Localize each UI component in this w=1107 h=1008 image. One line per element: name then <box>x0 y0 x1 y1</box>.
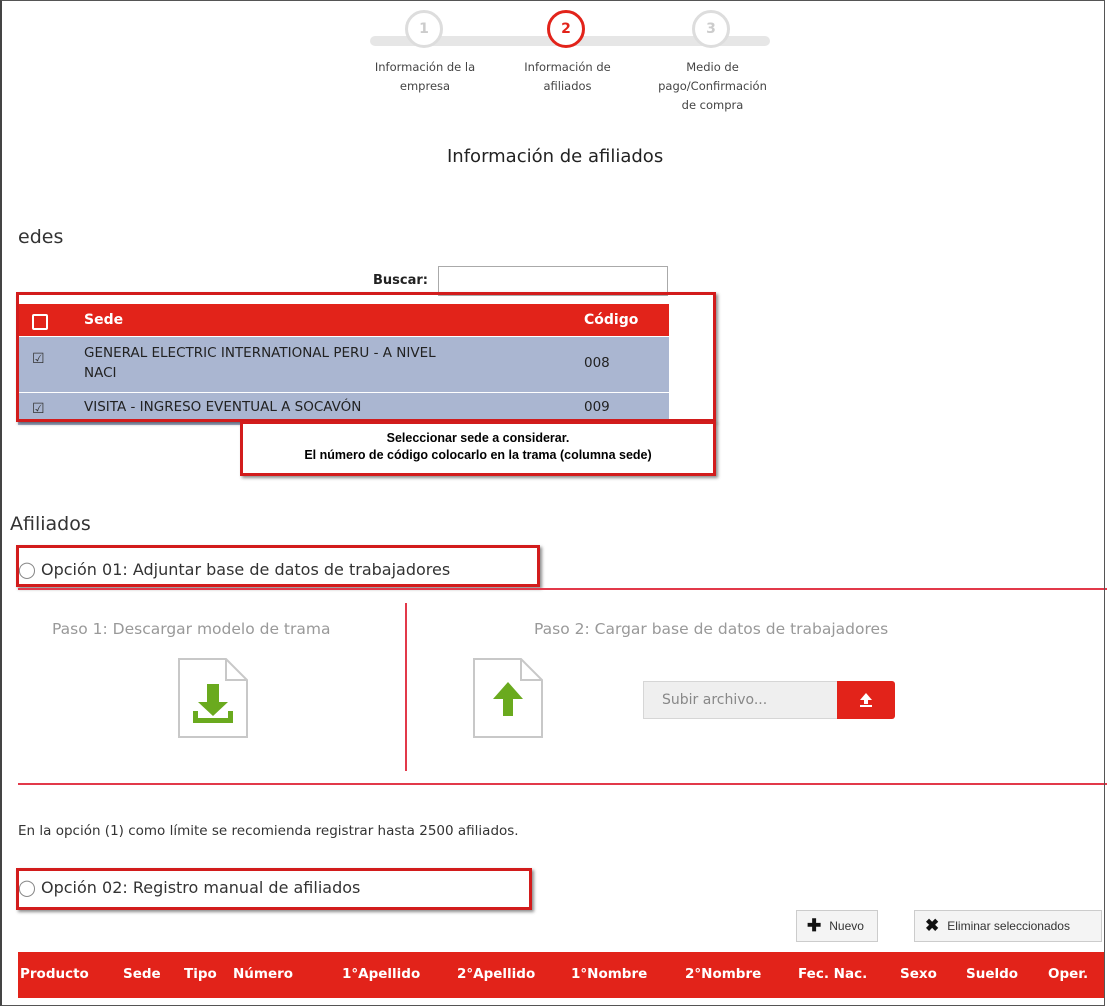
divider-top <box>18 588 1107 590</box>
times-icon: ✖ <box>925 916 940 935</box>
divider-bottom <box>18 783 1107 785</box>
step-2-circle[interactable]: 2 <box>547 10 585 48</box>
step-2-label: Información de afiliados <box>524 60 611 93</box>
afiliados-heading: Afiliados <box>10 513 91 535</box>
upload-arrow-icon <box>860 693 872 707</box>
column-fec-nac: Fec. Nac. <box>798 966 868 982</box>
step-number: 1 <box>419 21 429 37</box>
paso-1-title: Paso 1: Descargar modelo de trama <box>52 620 331 638</box>
eliminar-seleccionados-button[interactable]: ✖ Eliminar seleccionados <box>914 910 1102 942</box>
column-numero: Número <box>233 966 294 982</box>
page-title: Información de afiliados <box>447 146 664 167</box>
column-1-apellido: 1°Apellido <box>342 966 421 982</box>
step-number: 3 <box>706 21 716 37</box>
step-number: 2 <box>561 21 571 37</box>
column-sexo: Sexo <box>900 966 937 982</box>
search-label: Buscar: <box>373 273 428 288</box>
upload-file-field[interactable]: Subir archivo... <box>643 681 837 719</box>
annotation-box-sedes <box>16 292 716 422</box>
divider-vertical <box>405 603 407 771</box>
column-sede: Sede <box>123 966 161 982</box>
column-sueldo: Sueldo <box>966 966 1019 982</box>
column-2-nombre: 2°Nombre <box>685 966 762 982</box>
column-tipo: Tipo <box>184 966 217 982</box>
plus-icon: ✚ <box>807 916 822 935</box>
upload-button[interactable] <box>837 681 895 719</box>
upload-file-icon[interactable] <box>471 656 545 740</box>
paso-2-title: Paso 2: Cargar base de datos de trabajad… <box>534 620 889 638</box>
annotation-callout: Seleccionar sede a considerar. El número … <box>240 421 716 476</box>
step-3-circle[interactable]: 3 <box>692 10 730 48</box>
step-1-circle[interactable]: 1 <box>405 10 443 48</box>
afiliados-grid-header: Producto Sede Tipo Número 1°Apellido 2°A… <box>18 952 1105 998</box>
download-file-icon[interactable] <box>176 656 250 740</box>
column-producto: Producto <box>20 966 89 982</box>
sedes-heading: edes <box>18 226 64 248</box>
column-1-nombre: 1°Nombre <box>571 966 648 982</box>
annotation-box-option2 <box>16 868 532 910</box>
column-2-apellido: 2°Apellido <box>457 966 536 982</box>
step-3-label: Medio de pago/Confirmación de compra <box>658 60 767 112</box>
limit-note: En la opción (1) como límite se recomien… <box>18 823 519 839</box>
column-oper: Oper. <box>1048 966 1089 982</box>
step-1-label: Información de la empresa <box>374 60 476 93</box>
annotation-box-option1 <box>16 545 540 587</box>
nuevo-button[interactable]: ✚ Nuevo <box>796 910 878 942</box>
